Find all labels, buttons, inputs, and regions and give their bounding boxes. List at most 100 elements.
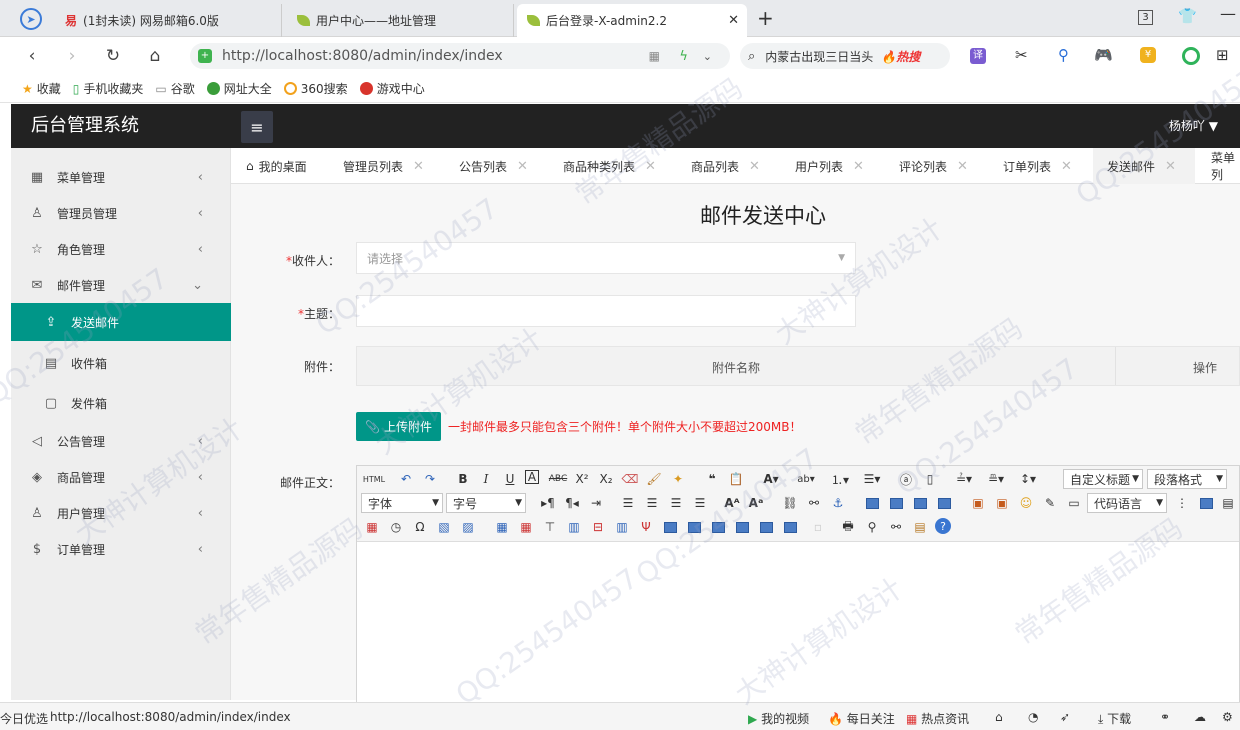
delete-col-icon[interactable]: Ψ bbox=[637, 518, 655, 536]
unordered-list-icon[interactable]: ☰▾ bbox=[863, 470, 881, 488]
image-right-icon[interactable] bbox=[911, 494, 929, 512]
insert-paragraph-before-table-icon[interactable]: ⊤ bbox=[541, 518, 559, 536]
close-icon[interactable]: ✕ bbox=[853, 159, 864, 174]
preview-icon[interactable]: ⚲ bbox=[863, 518, 881, 536]
recipient-select[interactable]: 请选择 ▼ bbox=[356, 242, 856, 274]
merge-down-icon[interactable] bbox=[709, 518, 727, 536]
sidebar-item-outbox[interactable]: ▢ 发件箱 bbox=[11, 385, 231, 421]
close-icon[interactable]: ✕ bbox=[413, 159, 424, 174]
sidebar-item-send-mail[interactable]: ⇪ 发送邮件 bbox=[11, 303, 231, 341]
green-circle-icon[interactable] bbox=[1182, 47, 1200, 65]
insert-image-icon[interactable]: ▣ bbox=[969, 494, 987, 512]
tab-category-list[interactable]: 商品种类列表 ✕ bbox=[563, 148, 656, 184]
sidebar-item-roles[interactable]: ☆ 角色管理 ‹ bbox=[11, 231, 231, 267]
highlight-icon[interactable]: ab▾ bbox=[797, 470, 815, 488]
close-icon[interactable]: ✕ bbox=[517, 159, 528, 174]
rtl-icon[interactable]: ¶◂ bbox=[563, 494, 581, 512]
upload-attachment-button[interactable]: 📎 上传附件 bbox=[356, 412, 441, 441]
image-left-icon[interactable] bbox=[887, 494, 905, 512]
bookmark-favorites[interactable]: ★ 收藏 bbox=[22, 80, 61, 97]
shield-icon[interactable]: ¥ bbox=[1140, 47, 1156, 63]
font-size-select[interactable]: 字号 ▼ bbox=[446, 493, 526, 513]
search-replace-icon[interactable]: ⚯ bbox=[887, 518, 905, 536]
status-download[interactable]: ⤓ 下载 bbox=[1098, 710, 1131, 727]
insert-table-icon[interactable]: ▦ bbox=[493, 518, 511, 536]
help-icon[interactable]: ? bbox=[935, 518, 951, 534]
sidebar-item-users[interactable]: ♙ 用户管理 ‹ bbox=[11, 495, 231, 531]
font-family-select[interactable]: 字体 ▼ bbox=[361, 493, 443, 513]
blockquote-icon[interactable]: ❝ bbox=[703, 470, 721, 488]
cloud-icon[interactable]: ☁ bbox=[1194, 710, 1206, 724]
url-input[interactable]: + http://localhost:8080/admin/index/inde… bbox=[190, 43, 730, 69]
tab-menu-list[interactable]: 菜单列 bbox=[1211, 148, 1240, 184]
scrawl-icon[interactable]: ✎ bbox=[1041, 494, 1059, 512]
home-icon[interactable]: ⌂ bbox=[145, 46, 165, 66]
select-all-icon[interactable]: ⓐ bbox=[897, 470, 915, 488]
indent-icon[interactable]: ⇥ bbox=[587, 494, 605, 512]
subject-input[interactable] bbox=[356, 295, 856, 327]
gamepad-icon[interactable]: 🎮 bbox=[1094, 46, 1113, 64]
sidebar-item-orders[interactable]: $ 订单管理 ‹ bbox=[11, 531, 231, 567]
close-icon[interactable]: ✕ bbox=[645, 159, 656, 174]
status-daily[interactable]: 🔥 每日关注 bbox=[828, 710, 895, 727]
apps-grid-icon[interactable]: ⊞ bbox=[1216, 46, 1229, 64]
back-icon[interactable]: ‹ bbox=[22, 46, 42, 66]
qr-icon[interactable]: ▦ bbox=[649, 49, 660, 63]
paragraph-format-select[interactable]: 段落格式 ▼ bbox=[1147, 469, 1227, 489]
bookmark-mobile[interactable]: ▯ 手机收藏夹 bbox=[73, 80, 144, 97]
eraser-icon[interactable]: ⌫ bbox=[621, 470, 639, 488]
auto-format-icon[interactable]: ✦ bbox=[669, 470, 687, 488]
sidebar-item-inbox[interactable]: ▤ 收件箱 bbox=[11, 345, 231, 381]
align-right-icon[interactable]: ☰ bbox=[667, 494, 685, 512]
row-spacing-top-icon[interactable]: ≟▾ bbox=[955, 470, 973, 488]
align-left-icon[interactable]: ☰ bbox=[619, 494, 637, 512]
code-language-select[interactable]: 代码语言 ▼ bbox=[1087, 493, 1167, 513]
ordered-list-icon[interactable]: ⒈▾ bbox=[831, 470, 849, 488]
merge-cells-icon[interactable] bbox=[661, 518, 679, 536]
scissors-icon[interactable]: ✂ bbox=[1015, 46, 1028, 64]
close-icon[interactable]: ✕ bbox=[749, 159, 760, 174]
translate-icon[interactable]: 译 bbox=[970, 48, 986, 64]
split-rows-icon[interactable] bbox=[757, 518, 775, 536]
font-border-icon[interactable]: A bbox=[525, 470, 539, 484]
lowercase-icon[interactable]: Aᵃ bbox=[747, 494, 765, 512]
paste-plain-icon[interactable]: 📋 bbox=[727, 470, 745, 488]
line-height-icon[interactable]: ↕▾ bbox=[1019, 470, 1037, 488]
magnifier-icon[interactable]: ⚲ bbox=[1058, 46, 1069, 64]
bold-icon[interactable]: B bbox=[454, 470, 472, 488]
underline-icon[interactable]: U bbox=[501, 470, 519, 488]
bookmark-games[interactable]: 游戏中心 bbox=[359, 80, 425, 97]
html-source-button[interactable]: HTML bbox=[361, 470, 387, 488]
tab-send-mail[interactable]: 发送邮件 ✕ bbox=[1093, 148, 1195, 184]
drafts-icon[interactable]: ▤ bbox=[911, 518, 929, 536]
close-icon[interactable]: ✕ bbox=[957, 159, 968, 174]
sidebar-item-menu[interactable]: ▦ 菜单管理 ‹ bbox=[11, 159, 231, 195]
delete-table-icon[interactable]: ▦ bbox=[517, 518, 535, 536]
clear-doc-icon[interactable]: ▯ bbox=[921, 470, 939, 488]
browser-tab-admin[interactable]: 后台登录-X-admin2.2 ✕ bbox=[517, 4, 747, 37]
sync-icon[interactable]: ⚭ bbox=[1160, 710, 1170, 724]
speed-icon[interactable]: ◔ bbox=[1028, 710, 1038, 724]
strikethrough-icon[interactable]: ABC bbox=[549, 470, 567, 488]
iframe-icon[interactable]: ▨ bbox=[459, 518, 477, 536]
tab-goods-list[interactable]: 商品列表 ✕ bbox=[691, 148, 760, 184]
insert-code-icon[interactable]: ▭ bbox=[1065, 494, 1083, 512]
merge-right-icon[interactable] bbox=[685, 518, 703, 536]
user-menu[interactable]: 杨杨吖 ▼ bbox=[1169, 104, 1218, 148]
print-icon[interactable]: 🖶 bbox=[839, 518, 857, 536]
chevron-down-icon[interactable]: ⌄ bbox=[703, 50, 712, 63]
page-break-icon[interactable]: ⋮ bbox=[1173, 494, 1191, 512]
reload-icon[interactable]: ↻ bbox=[103, 46, 123, 66]
rocket-icon[interactable]: ➶ bbox=[1060, 710, 1070, 724]
split-cells-icon[interactable] bbox=[733, 518, 751, 536]
close-tab-icon[interactable]: ✕ bbox=[728, 13, 739, 28]
time-icon[interactable]: ◷ bbox=[387, 518, 405, 536]
browser-logo-icon[interactable]: ➤ bbox=[20, 8, 42, 30]
row-spacing-bottom-icon[interactable]: ≞▾ bbox=[987, 470, 1005, 488]
background-icon[interactable] bbox=[1197, 494, 1215, 512]
font-color-icon[interactable]: A▾ bbox=[762, 470, 780, 488]
undo-icon[interactable]: ↶ bbox=[397, 470, 415, 488]
tab-user-list[interactable]: 用户列表 ✕ bbox=[795, 148, 864, 184]
shirt-icon[interactable]: 👕 bbox=[1178, 7, 1197, 25]
sidebar-item-mail[interactable]: ✉ 邮件管理 ⌄ bbox=[11, 267, 231, 303]
